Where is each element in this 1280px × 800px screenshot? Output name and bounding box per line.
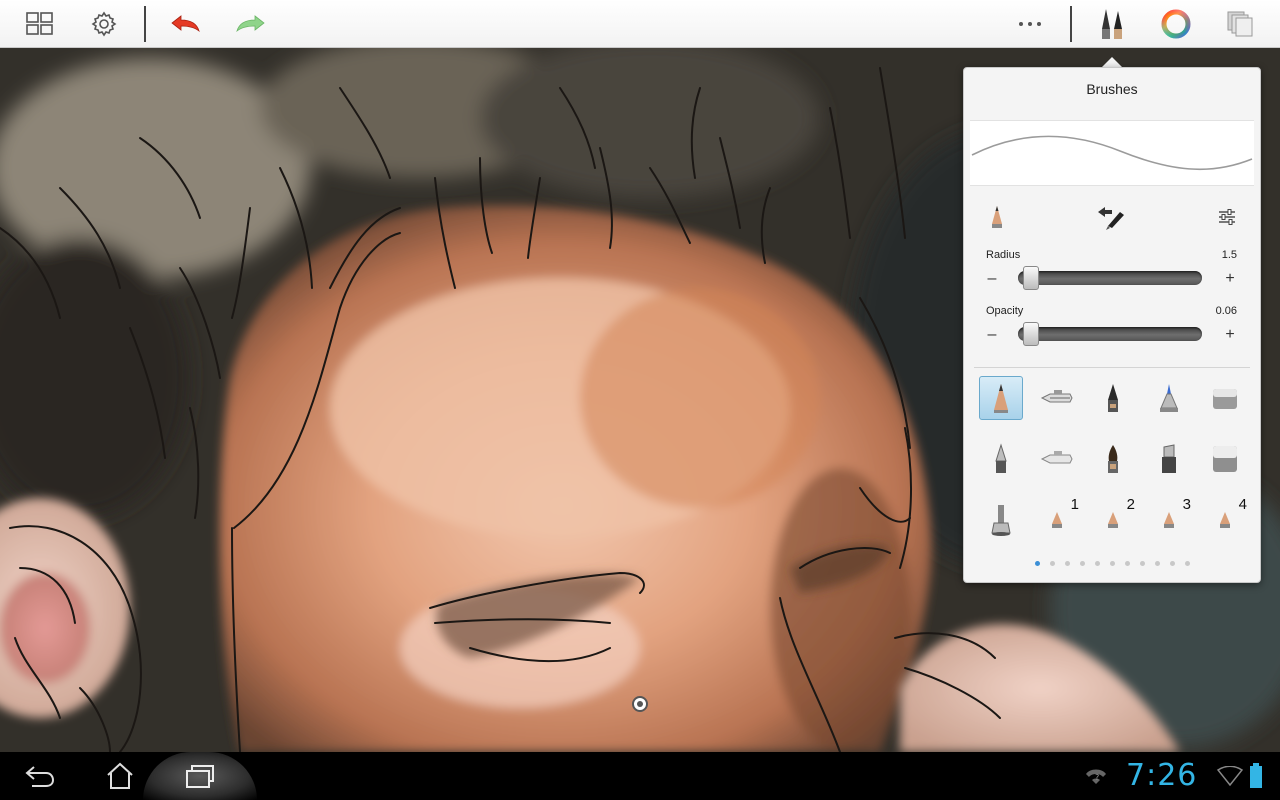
opacity-slider-handle[interactable] xyxy=(1023,322,1040,346)
page-dot[interactable] xyxy=(1139,561,1145,566)
custom-brush-slot-3[interactable]: 3 xyxy=(1147,496,1191,542)
radius-label: Radius xyxy=(986,249,1021,261)
page-dot[interactable] xyxy=(1184,561,1190,566)
marker-brush-icon[interactable] xyxy=(1147,376,1191,420)
brush-swap-icon[interactable] xyxy=(1096,202,1126,232)
home-icon[interactable] xyxy=(92,756,148,796)
page-dot[interactable] xyxy=(1079,561,1085,566)
panel-divider xyxy=(974,367,1250,368)
redo-arrow-icon[interactable] xyxy=(230,4,270,44)
sync-icon: ? xyxy=(1070,756,1122,796)
radius-value: 1.5 xyxy=(1221,249,1237,261)
airbrush-soft-icon[interactable] xyxy=(1035,437,1079,481)
opacity-decrease-button[interactable]: – xyxy=(984,327,1000,343)
airbrush-icon[interactable] xyxy=(1035,376,1079,420)
page-dot[interactable] xyxy=(1094,561,1100,566)
chisel-marker-icon[interactable] xyxy=(1147,437,1191,481)
brush-page-indicator[interactable] xyxy=(964,553,1260,566)
radius-slider[interactable] xyxy=(1018,266,1202,290)
brush-settings-sliders-icon[interactable] xyxy=(1212,202,1242,232)
slot-number: 4 xyxy=(1238,496,1247,513)
stroke-preview xyxy=(970,120,1254,186)
eraser-brush-icon[interactable] xyxy=(1203,376,1247,420)
back-icon[interactable] xyxy=(12,756,68,796)
custom-brush-slot-4[interactable]: 4 xyxy=(1203,496,1247,542)
opacity-label: Opacity xyxy=(986,305,1024,317)
brushes-icon[interactable] xyxy=(1092,4,1132,44)
paint-brush-icon[interactable] xyxy=(1091,437,1135,481)
top-toolbar xyxy=(0,0,1280,48)
radius-slider-handle[interactable] xyxy=(1023,266,1040,290)
toolbar-divider xyxy=(1070,6,1072,42)
recent-apps-icon[interactable] xyxy=(172,756,228,796)
slot-number: 2 xyxy=(1126,496,1135,513)
status-clock: 7:26 xyxy=(1126,758,1198,793)
page-dot[interactable] xyxy=(1109,561,1115,566)
radius-decrease-button[interactable]: – xyxy=(984,271,1000,287)
pen-brush-icon[interactable] xyxy=(979,437,1023,481)
toolbar-divider xyxy=(144,6,146,42)
pencil-brush-icon[interactable] xyxy=(979,376,1023,420)
smudge-brush-icon[interactable] xyxy=(979,498,1023,542)
layers-icon[interactable] xyxy=(1220,4,1260,44)
page-dot[interactable] xyxy=(1034,561,1040,566)
battery-icon xyxy=(1240,756,1272,796)
ink-pen-brush-icon[interactable] xyxy=(1091,376,1135,420)
brush-tip-icon[interactable] xyxy=(982,202,1012,232)
slot-number: 3 xyxy=(1182,496,1191,513)
custom-brush-slot-1[interactable]: 1 xyxy=(1035,496,1079,542)
settings-gear-icon[interactable] xyxy=(84,4,124,44)
page-dot[interactable] xyxy=(1124,561,1130,566)
opacity-slider[interactable] xyxy=(1018,322,1202,346)
opacity-value: 0.06 xyxy=(1215,305,1237,317)
slot-number: 1 xyxy=(1070,496,1079,513)
brushes-panel: Brushes Radius 1.5 – + Opacity 0.06 – + … xyxy=(963,67,1261,583)
undo-arrow-icon[interactable] xyxy=(166,4,206,44)
page-dot[interactable] xyxy=(1049,561,1055,566)
color-wheel-icon[interactable] xyxy=(1156,4,1196,44)
page-dot[interactable] xyxy=(1064,561,1070,566)
svg-text:?: ? xyxy=(1095,773,1099,782)
custom-brush-slot-2[interactable]: 2 xyxy=(1091,496,1135,542)
page-dot[interactable] xyxy=(1154,561,1160,566)
page-dot[interactable] xyxy=(1169,561,1175,566)
soft-eraser-icon[interactable] xyxy=(1203,437,1247,481)
opacity-increase-button[interactable]: + xyxy=(1222,327,1238,343)
more-dots-icon[interactable] xyxy=(1010,4,1050,44)
system-navigation-bar: ? 7:26 xyxy=(0,752,1280,800)
gallery-grid-icon[interactable] xyxy=(20,4,60,44)
brush-cursor xyxy=(632,696,648,712)
panel-title: Brushes xyxy=(1086,81,1138,97)
radius-increase-button[interactable]: + xyxy=(1222,271,1238,287)
